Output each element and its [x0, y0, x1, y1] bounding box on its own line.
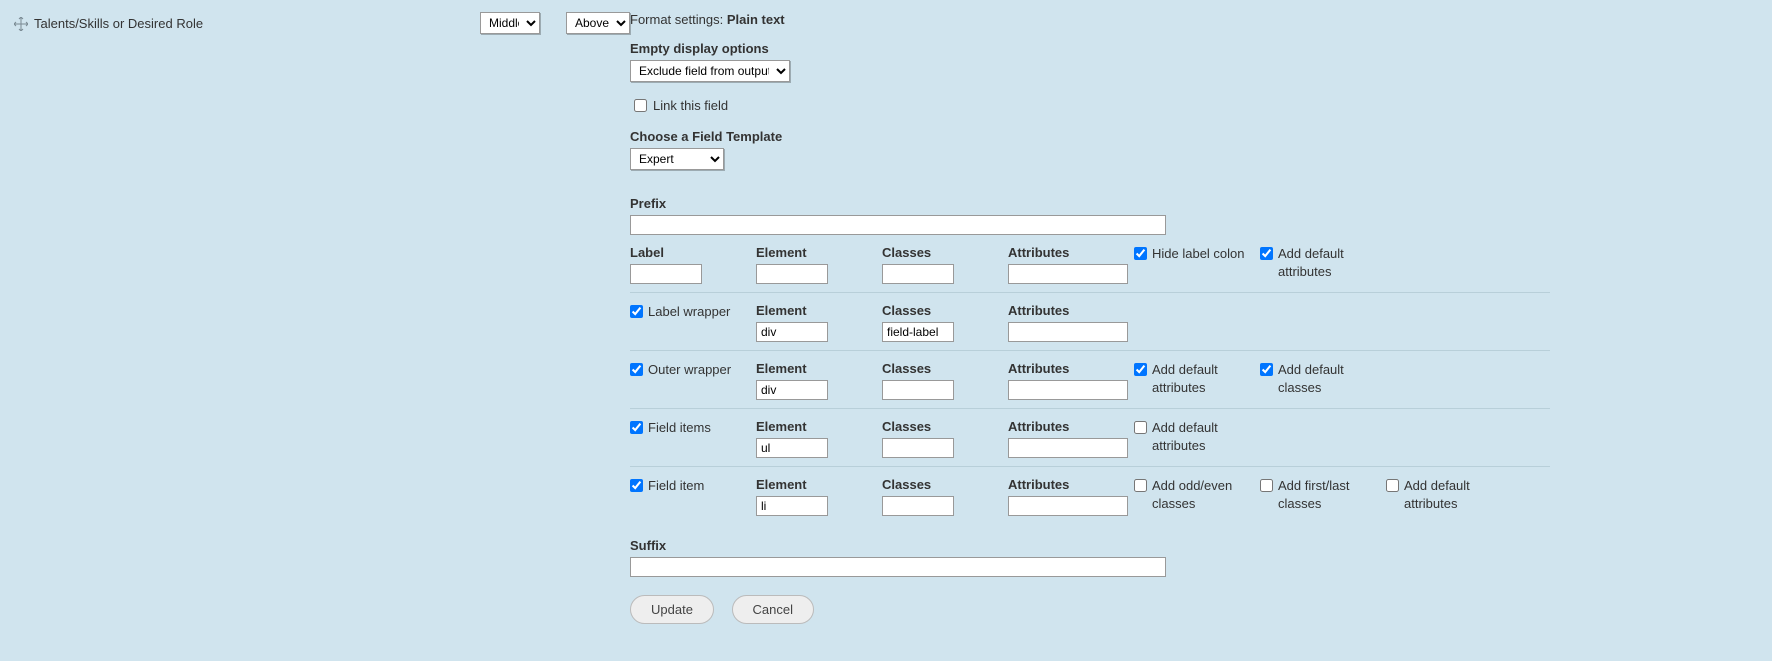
prefix-label: Prefix [630, 196, 1762, 211]
field-item-checkbox[interactable] [630, 479, 643, 492]
prefix-input[interactable] [630, 215, 1166, 235]
add-odd-even[interactable]: Add odd/even classes [1134, 477, 1248, 512]
empty-display-select[interactable]: Exclude field from output [630, 60, 790, 82]
position-select[interactable]: Above [566, 12, 630, 34]
labelrow-add-default-attrs[interactable]: Add default attributes [1260, 245, 1374, 280]
suffix-input[interactable] [630, 557, 1166, 577]
field-items-checkbox[interactable] [630, 421, 643, 434]
drag-handle-icon[interactable] [14, 17, 28, 31]
link-this-field-checkbox[interactable] [634, 99, 647, 112]
field-item-add-default-attrs[interactable]: Add default attributes [1386, 477, 1500, 512]
label-wrapper-classes-hdr: Classes [882, 303, 996, 318]
field-items-classes[interactable] [882, 438, 954, 458]
label-wrapper-element[interactable] [756, 322, 828, 342]
outer-add-default-attrs[interactable]: Add default attributes [1134, 361, 1248, 396]
outer-wrapper-element[interactable] [756, 380, 828, 400]
field-items-add-default-attrs-checkbox[interactable] [1134, 421, 1147, 434]
outer-wrapper-toggle[interactable]: Outer wrapper [630, 361, 744, 379]
label-wrapper-classes[interactable] [882, 322, 954, 342]
alignment-select[interactable]: Middle [480, 12, 540, 34]
field-item-attrs[interactable] [1008, 496, 1128, 516]
label-wrapper-toggle[interactable]: Label wrapper [630, 303, 744, 321]
suffix-label: Suffix [630, 538, 1762, 553]
label-element-input[interactable] [756, 264, 828, 284]
labelrow-add-default-attrs-checkbox[interactable] [1260, 247, 1273, 260]
label-attributes-input[interactable] [1008, 264, 1128, 284]
add-odd-even-checkbox[interactable] [1134, 479, 1147, 492]
cancel-button[interactable]: Cancel [732, 595, 814, 624]
field-item-classes[interactable] [882, 496, 954, 516]
label-input[interactable] [630, 264, 702, 284]
header-attributes: Attributes [1008, 245, 1122, 260]
hide-label-colon-checkbox[interactable] [1134, 247, 1147, 260]
field-item-add-default-attrs-checkbox[interactable] [1386, 479, 1399, 492]
field-template-select[interactable]: Expert [630, 148, 724, 170]
header-label: Label [630, 245, 744, 260]
header-element: Element [756, 245, 870, 260]
outer-wrapper-classes[interactable] [882, 380, 954, 400]
header-classes: Classes [882, 245, 996, 260]
outer-add-default-classes[interactable]: Add default classes [1260, 361, 1374, 396]
field-items-attrs[interactable] [1008, 438, 1128, 458]
link-this-field-label: Link this field [653, 98, 728, 113]
field-item-toggle[interactable]: Field item [630, 477, 744, 495]
outer-add-default-classes-checkbox[interactable] [1260, 363, 1273, 376]
field-items-add-default-attrs[interactable]: Add default attributes [1134, 419, 1248, 454]
field-title: Talents/Skills or Desired Role [34, 16, 203, 31]
outer-wrapper-attrs[interactable] [1008, 380, 1128, 400]
format-settings-label: Format settings: [630, 12, 723, 27]
label-wrapper-attrs[interactable] [1008, 322, 1128, 342]
update-button[interactable]: Update [630, 595, 714, 624]
field-items-toggle[interactable]: Field items [630, 419, 744, 437]
field-items-element[interactable] [756, 438, 828, 458]
empty-display-label: Empty display options [630, 41, 1762, 56]
label-wrapper-element-hdr: Element [756, 303, 870, 318]
field-item-element[interactable] [756, 496, 828, 516]
add-first-last[interactable]: Add first/last classes [1260, 477, 1374, 512]
label-classes-input[interactable] [882, 264, 954, 284]
label-wrapper-attrs-hdr: Attributes [1008, 303, 1122, 318]
label-wrapper-checkbox[interactable] [630, 305, 643, 318]
hide-label-colon[interactable]: Hide label colon [1134, 245, 1248, 263]
field-template-label: Choose a Field Template [630, 129, 1762, 144]
add-first-last-checkbox[interactable] [1260, 479, 1273, 492]
format-settings-value: Plain text [727, 12, 785, 27]
outer-wrapper-checkbox[interactable] [630, 363, 643, 376]
outer-add-default-attrs-checkbox[interactable] [1134, 363, 1147, 376]
